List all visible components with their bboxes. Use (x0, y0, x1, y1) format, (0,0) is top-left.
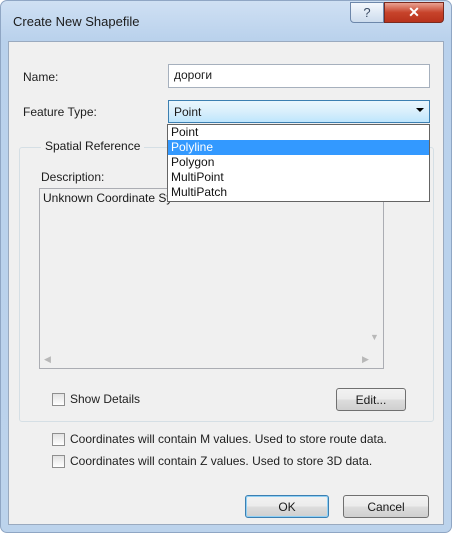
description-box[interactable]: Unknown Coordinate System ▼ ◀ ▶ (39, 188, 384, 369)
cancel-button-label: Cancel (367, 499, 405, 514)
spatial-reference-label: Spatial Reference (41, 139, 145, 153)
ok-button[interactable]: OK (245, 495, 329, 518)
feature-type-select[interactable]: Point (168, 100, 430, 123)
name-input-value: дороги (174, 68, 213, 82)
scroll-left-icon[interactable]: ◀ (44, 354, 51, 365)
feature-type-value: Point (174, 105, 202, 119)
dropdown-option-point[interactable]: Point (168, 125, 429, 140)
scroll-down-icon[interactable]: ▼ (370, 332, 379, 342)
description-label: Description: (41, 170, 105, 184)
m-values-checkbox[interactable] (52, 433, 65, 446)
vertical-scrollbar[interactable]: ▼ (366, 189, 383, 351)
cancel-button[interactable]: Cancel (343, 495, 429, 518)
close-button[interactable]: ✕ (384, 2, 444, 23)
feature-type-dropdown-list[interactable]: Point Polyline Polygon MultiPoint MultiP… (167, 124, 430, 202)
help-icon: ? (363, 5, 371, 20)
edit-button[interactable]: Edit... (336, 388, 406, 411)
help-button[interactable]: ? (350, 2, 384, 23)
title-bar[interactable]: Create New Shapefile ? ✕ (1, 1, 451, 41)
z-values-checkbox[interactable] (52, 455, 65, 468)
dropdown-option-multipoint[interactable]: MultiPoint (168, 170, 429, 185)
horizontal-scrollbar[interactable]: ◀ ▶ (40, 351, 383, 368)
dialog-body: Name: дороги Feature Type: Point Spatial… (8, 41, 444, 525)
window-title: Create New Shapefile (13, 14, 140, 29)
chevron-down-icon[interactable] (416, 108, 424, 112)
dialog-window: Create New Shapefile ? ✕ Name: дороги Fe… (0, 0, 452, 533)
scroll-right-icon[interactable]: ▶ (362, 354, 369, 365)
dropdown-option-polygon[interactable]: Polygon (168, 155, 429, 170)
name-input[interactable]: дороги (168, 64, 430, 88)
edit-button-label: Edit... (355, 392, 387, 407)
dropdown-option-multipatch[interactable]: MultiPatch (168, 185, 429, 200)
close-icon: ✕ (408, 4, 420, 20)
m-values-label: Coordinates will contain M values. Used … (70, 432, 387, 446)
dropdown-option-polyline[interactable]: Polyline (168, 140, 429, 155)
name-label: Name: (23, 70, 59, 84)
feature-type-label: Feature Type: (23, 105, 97, 119)
show-details-label: Show Details (70, 392, 141, 406)
z-values-label: Coordinates will contain Z values. Used … (70, 454, 373, 468)
show-details-checkbox[interactable] (52, 393, 65, 406)
ok-button-label: OK (278, 499, 296, 514)
